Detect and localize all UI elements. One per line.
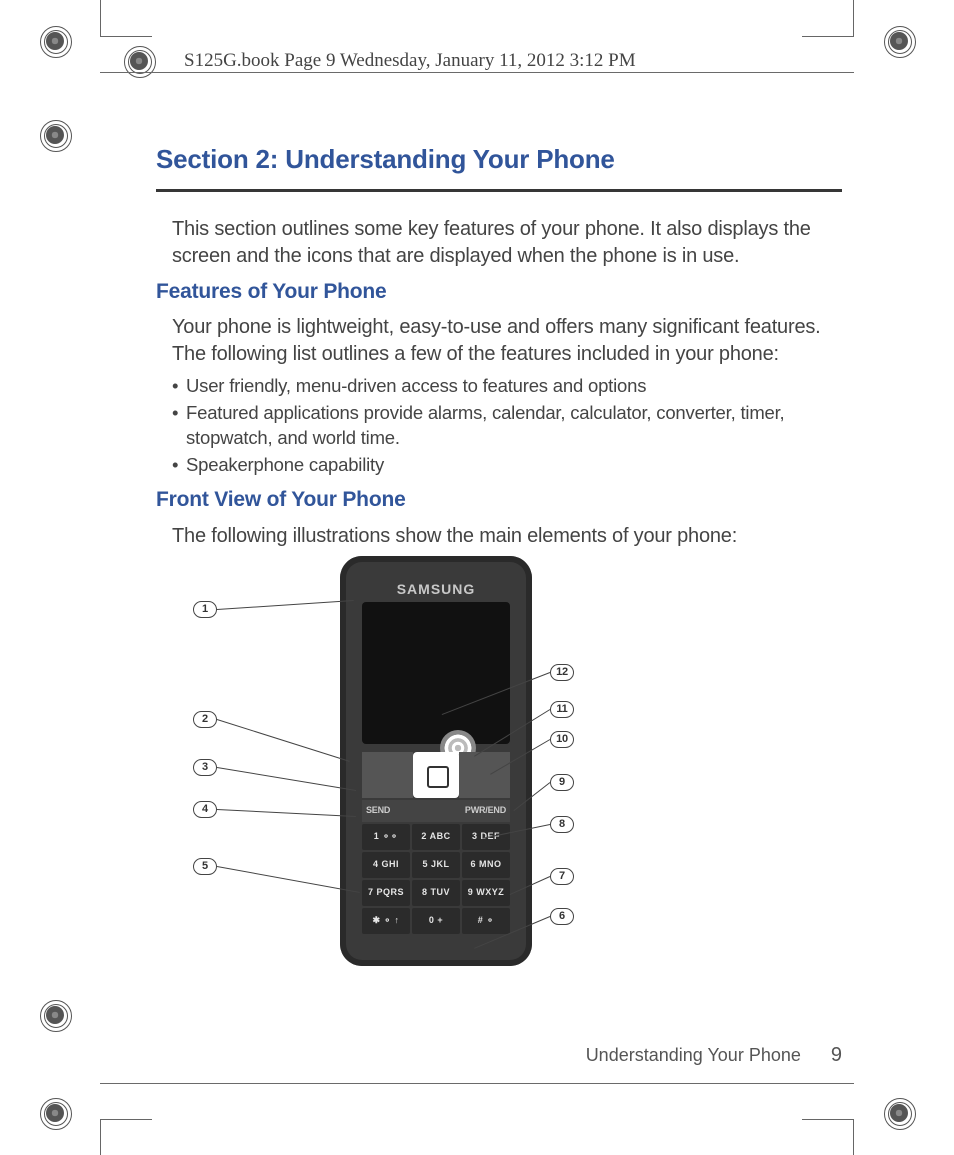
footer-section-name: Understanding Your Phone — [586, 1045, 801, 1066]
page-rule — [100, 1083, 854, 1084]
keypad-key: 6 MNO — [462, 852, 510, 878]
page-footer: Understanding Your Phone 9 — [156, 1044, 842, 1067]
phone-keypad: 1 ⚬⚬2 ABC3 DEF4 GHI5 JKL6 MNO7 PQRS8 TUV… — [362, 824, 510, 934]
section-heading: Section 2: Understanding Your Phone — [156, 144, 842, 175]
crop-mark — [100, 0, 101, 36]
registration-mark-icon — [40, 120, 70, 150]
callout-leader — [217, 809, 356, 817]
registration-mark-icon — [40, 1000, 70, 1030]
keypad-key: 1 ⚬⚬ — [362, 824, 410, 850]
keypad-key: 7 PQRS — [362, 880, 410, 906]
crop-mark — [100, 1119, 101, 1155]
phone-diagram: SAMSUNG SEND PWR/END 1 ⚬⚬2 ABC3 DEF4 GHI… — [210, 556, 770, 996]
crop-mark — [853, 0, 854, 36]
bullet-icon: • — [172, 374, 186, 399]
phone-softkey-row — [362, 752, 510, 798]
right-softkey — [459, 752, 510, 798]
keypad-key: 8 TUV — [412, 880, 460, 906]
front-view-intro: The following illustrations show the mai… — [156, 523, 842, 550]
bullet-text: User friendly, menu-driven access to fea… — [186, 374, 842, 399]
nav-ok-key — [413, 752, 459, 798]
phone-illustration: SAMSUNG SEND PWR/END 1 ⚬⚬2 ABC3 DEF4 GHI… — [340, 556, 532, 966]
callout-label-8: 8 — [550, 816, 574, 833]
registration-mark-icon — [40, 1098, 70, 1128]
features-heading: Features of Your Phone — [156, 278, 842, 306]
send-key-label: SEND — [362, 800, 436, 822]
keypad-key: ✱ ⚬ ↑ — [362, 908, 410, 934]
keypad-key: 9 WXYZ — [462, 880, 510, 906]
callout-label-10: 10 — [550, 731, 574, 748]
keypad-key: # ⚬ — [462, 908, 510, 934]
heading-rule — [156, 189, 842, 192]
keypad-key: 0 + — [412, 908, 460, 934]
registration-mark-icon — [884, 26, 914, 56]
keypad-key: 4 GHI — [362, 852, 410, 878]
intro-paragraph: This section outlines some key features … — [156, 216, 842, 270]
page-rule — [100, 72, 854, 73]
registration-mark-icon — [884, 1098, 914, 1128]
phone-screen — [362, 602, 510, 744]
left-softkey — [362, 752, 413, 798]
footer-page-number: 9 — [831, 1044, 842, 1067]
bullet-text: Featured applications provide alarms, ca… — [186, 401, 842, 451]
callout-label-6: 6 — [550, 908, 574, 925]
keypad-key: 2 ABC — [412, 824, 460, 850]
callout-leader — [217, 719, 350, 762]
callout-leader — [217, 600, 354, 610]
callout-label-2: 2 — [193, 711, 217, 728]
crop-mark — [802, 1119, 854, 1120]
callout-label-1: 1 — [193, 601, 217, 618]
bullet-item: •User friendly, menu-driven access to fe… — [156, 374, 842, 399]
callout-label-4: 4 — [193, 801, 217, 818]
book-page-tag: S125G.book Page 9 Wednesday, January 11,… — [184, 50, 636, 72]
bullet-item: •Featured applications provide alarms, c… — [156, 401, 842, 451]
callout-label-3: 3 — [193, 759, 217, 776]
bullet-text: Speakerphone capability — [186, 453, 842, 478]
bullet-icon: • — [172, 401, 186, 451]
callout-label-7: 7 — [550, 868, 574, 885]
callout-label-11: 11 — [550, 701, 574, 718]
features-intro: Your phone is lightweight, easy-to-use a… — [156, 314, 842, 368]
phone-brand-label: SAMSUNG — [340, 580, 532, 599]
callout-label-9: 9 — [550, 774, 574, 791]
crop-mark — [853, 1119, 854, 1155]
callout-label-12: 12 — [550, 664, 574, 681]
crop-mark — [802, 36, 854, 37]
bullet-item: •Speakerphone capability — [156, 453, 842, 478]
callout-leader — [217, 767, 356, 791]
keypad-key: 5 JKL — [412, 852, 460, 878]
front-view-heading: Front View of Your Phone — [156, 486, 842, 514]
callout-leader — [217, 866, 360, 893]
crop-mark — [100, 1119, 152, 1120]
phone-send-end-row: SEND PWR/END — [362, 800, 510, 822]
callout-label-5: 5 — [193, 858, 217, 875]
registration-mark-icon — [40, 26, 70, 56]
end-key-label: PWR/END — [436, 800, 510, 822]
bullet-icon: • — [172, 453, 186, 478]
crop-mark — [100, 36, 152, 37]
